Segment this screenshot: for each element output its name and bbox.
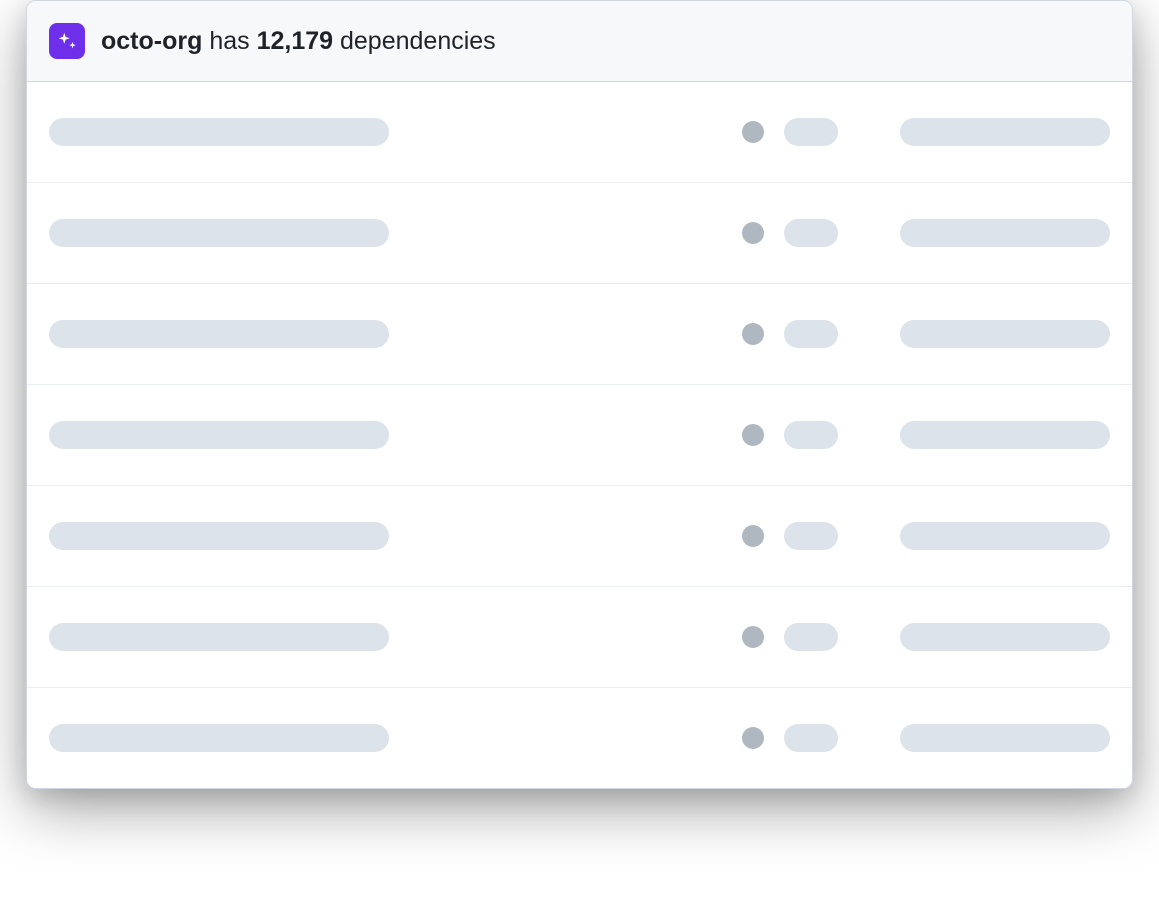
skeleton-name	[49, 724, 389, 752]
status-dot	[742, 222, 764, 244]
skeleton-name	[49, 118, 389, 146]
suffix-text: dependencies	[333, 27, 496, 55]
skeleton-meta	[900, 320, 1110, 348]
skeleton-meta	[900, 724, 1110, 752]
skeleton-name	[49, 320, 389, 348]
skeleton-meta	[900, 522, 1110, 550]
status-dot	[742, 121, 764, 143]
dependencies-card: octo-org has 12,179 dependencies	[26, 0, 1133, 789]
skeleton-pill	[784, 219, 838, 247]
list-item	[27, 385, 1132, 486]
list-item	[27, 82, 1132, 183]
skeleton-name	[49, 219, 389, 247]
list-item	[27, 587, 1132, 688]
skeleton-pill	[784, 724, 838, 752]
list-item	[27, 284, 1132, 385]
dependency-count: 12,179	[257, 27, 333, 55]
has-text: has	[202, 27, 256, 55]
skeleton-name	[49, 522, 389, 550]
list-item	[27, 688, 1132, 788]
dependency-list	[27, 82, 1132, 788]
skeleton-meta	[900, 118, 1110, 146]
card-header: octo-org has 12,179 dependencies	[27, 1, 1132, 82]
skeleton-pill	[784, 522, 838, 550]
skeleton-meta	[900, 623, 1110, 651]
status-dot	[742, 727, 764, 749]
header-title: octo-org has 12,179 dependencies	[101, 27, 496, 56]
skeleton-pill	[784, 320, 838, 348]
list-item	[27, 183, 1132, 284]
skeleton-pill	[784, 421, 838, 449]
sparkle-icon	[49, 23, 85, 59]
skeleton-pill	[784, 118, 838, 146]
status-dot	[742, 626, 764, 648]
status-dot	[742, 323, 764, 345]
org-name: octo-org	[101, 27, 202, 55]
skeleton-name	[49, 623, 389, 651]
status-dot	[742, 525, 764, 547]
skeleton-meta	[900, 421, 1110, 449]
skeleton-pill	[784, 623, 838, 651]
status-dot	[742, 424, 764, 446]
skeleton-name	[49, 421, 389, 449]
list-item	[27, 486, 1132, 587]
skeleton-meta	[900, 219, 1110, 247]
